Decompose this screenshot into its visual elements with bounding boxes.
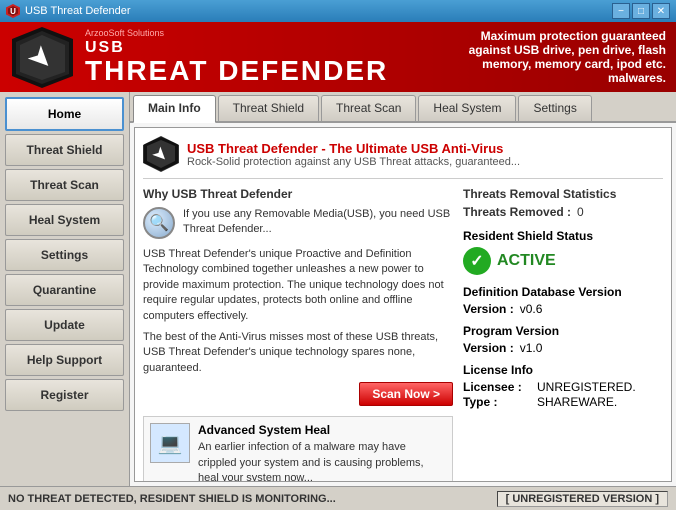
prog-version-row: Version : v1.0 bbox=[463, 341, 663, 355]
prog-version: Program Version Version : v1.0 bbox=[463, 324, 663, 355]
app-title: USB Threat Defender bbox=[25, 5, 131, 17]
tab-threat-scan[interactable]: Threat Scan bbox=[321, 95, 416, 121]
minimize-button[interactable]: − bbox=[612, 3, 630, 19]
brand-sub: ArzooSoft Solutions bbox=[85, 28, 388, 38]
heal-text-col: Advanced System Heal An earlier infectio… bbox=[198, 423, 446, 482]
licensee-label: Licensee : bbox=[463, 380, 533, 394]
why-text: If you use any Removable Media(USB), you… bbox=[183, 207, 453, 238]
close-button[interactable]: ✕ bbox=[652, 3, 670, 19]
green-check-icon: ✓ bbox=[463, 247, 491, 275]
info-right: Threats Removal Statistics Threats Remov… bbox=[463, 187, 663, 482]
header-logo: ArzooSoft Solutions USB THREAT DEFENDER bbox=[85, 28, 388, 87]
status-right-text: [ UNREGISTERED VERSION ] bbox=[497, 491, 668, 507]
tagline-text: Maximum protection guaranteed against US… bbox=[469, 29, 666, 85]
tab-main-info[interactable]: Main Info bbox=[133, 95, 216, 123]
app-header: ➤ ArzooSoft Solutions USB THREAT DEFENDE… bbox=[0, 22, 676, 92]
db-version: Definition Database Version Version : v0… bbox=[463, 285, 663, 316]
tab-heal-system[interactable]: Heal System bbox=[418, 95, 516, 121]
header-shield-icon: ➤ bbox=[10, 25, 75, 90]
db-version-value: v0.6 bbox=[520, 302, 543, 316]
sidebar-item-threat-scan[interactable]: Threat Scan bbox=[5, 169, 124, 201]
desc-text-1: USB Threat Defender's unique Proactive a… bbox=[143, 247, 453, 324]
scan-now-button[interactable]: Scan Now > bbox=[359, 382, 453, 406]
info-header-text: USB Threat Defender - The Ultimate USB A… bbox=[187, 141, 520, 168]
app-icon: U bbox=[6, 4, 20, 18]
header-tagline: Maximum protection guaranteed against US… bbox=[466, 29, 666, 85]
heal-section: 💻 Advanced System Heal An earlier infect… bbox=[143, 416, 453, 482]
heal-icon: 💻 bbox=[150, 423, 190, 463]
brand-line2: THREAT DEFENDER bbox=[85, 56, 388, 87]
license-info: License Info Licensee : UNREGISTERED. Ty… bbox=[463, 363, 663, 409]
db-version-row: Version : v0.6 bbox=[463, 302, 663, 316]
search-icon: 🔍 bbox=[143, 207, 175, 239]
info-panel-header: ➤ USB Threat Defender - The Ultimate USB… bbox=[143, 136, 663, 179]
heal-text: An earlier infection of a malware may ha… bbox=[198, 440, 446, 482]
sidebar-item-home[interactable]: Home bbox=[5, 97, 124, 131]
stats-title: Threats Removal Statistics bbox=[463, 187, 663, 201]
title-bar-left: U USB Threat Defender bbox=[6, 4, 131, 18]
shield-status: Resident Shield Status ✓ ACTIVE bbox=[463, 229, 663, 275]
prog-version-title: Program Version bbox=[463, 324, 663, 338]
threats-removed-row: Threats Removed : 0 bbox=[463, 205, 663, 219]
threats-removed-label: Threats Removed : bbox=[463, 205, 571, 219]
prog-version-label: Version : bbox=[463, 341, 514, 355]
license-title: License Info bbox=[463, 363, 663, 377]
heal-title: Advanced System Heal bbox=[198, 423, 446, 437]
sidebar-item-register[interactable]: Register bbox=[5, 379, 124, 411]
desc-text-2: The best of the Anti-Virus misses most o… bbox=[143, 330, 453, 376]
active-label: ACTIVE bbox=[497, 252, 556, 270]
type-label: Type : bbox=[463, 395, 533, 409]
sidebar-item-settings[interactable]: Settings bbox=[5, 239, 124, 271]
sidebar-item-heal-system[interactable]: Heal System bbox=[5, 204, 124, 236]
type-row: Type : SHAREWARE. bbox=[463, 395, 663, 409]
licensee-row: Licensee : UNREGISTERED. bbox=[463, 380, 663, 394]
info-panel: ➤ USB Threat Defender - The Ultimate USB… bbox=[134, 127, 672, 482]
info-columns: Why USB Threat Defender 🔍 If you use any… bbox=[143, 187, 663, 482]
info-subtitle: Rock-Solid protection against any USB Th… bbox=[187, 156, 520, 168]
sidebar-item-help-support[interactable]: Help Support bbox=[5, 344, 124, 376]
licensee-value: UNREGISTERED. bbox=[537, 380, 636, 394]
header-left: ➤ ArzooSoft Solutions USB THREAT DEFENDE… bbox=[10, 25, 388, 90]
tab-bar: Main Info Threat Shield Threat Scan Heal… bbox=[130, 92, 676, 123]
why-title: Why USB Threat Defender bbox=[143, 187, 453, 201]
maximize-button[interactable]: □ bbox=[632, 3, 650, 19]
main-container: Home Threat Shield Threat Scan Heal Syst… bbox=[0, 92, 676, 486]
status-bar: NO THREAT DETECTED, RESIDENT SHIELD IS M… bbox=[0, 486, 676, 510]
shield-status-title: Resident Shield Status bbox=[463, 229, 663, 243]
type-value: SHAREWARE. bbox=[537, 395, 617, 409]
why-content: 🔍 If you use any Removable Media(USB), y… bbox=[143, 207, 453, 239]
db-version-title: Definition Database Version bbox=[463, 285, 663, 299]
why-section: Why USB Threat Defender 🔍 If you use any… bbox=[143, 187, 453, 239]
sidebar: Home Threat Shield Threat Scan Heal Syst… bbox=[0, 92, 130, 486]
tab-threat-shield[interactable]: Threat Shield bbox=[218, 95, 319, 121]
title-bar-controls: − □ ✕ bbox=[612, 3, 670, 19]
title-bar: U USB Threat Defender − □ ✕ bbox=[0, 0, 676, 22]
threats-removed-value: 0 bbox=[577, 205, 584, 219]
sidebar-item-update[interactable]: Update bbox=[5, 309, 124, 341]
info-left: Why USB Threat Defender 🔍 If you use any… bbox=[143, 187, 453, 482]
shield-active-row: ✓ ACTIVE bbox=[463, 247, 663, 275]
db-version-label: Version : bbox=[463, 302, 514, 316]
scan-row: Scan Now > bbox=[143, 382, 453, 406]
svg-text:U: U bbox=[10, 7, 16, 16]
content-area: Main Info Threat Shield Threat Scan Heal… bbox=[130, 92, 676, 486]
sidebar-item-threat-shield[interactable]: Threat Shield bbox=[5, 134, 124, 166]
prog-version-value: v1.0 bbox=[520, 341, 543, 355]
status-left-text: NO THREAT DETECTED, RESIDENT SHIELD IS M… bbox=[8, 493, 336, 505]
tab-settings[interactable]: Settings bbox=[518, 95, 591, 121]
sidebar-item-quarantine[interactable]: Quarantine bbox=[5, 274, 124, 306]
panel-shield-icon: ➤ bbox=[143, 136, 179, 172]
info-main-title: USB Threat Defender - The Ultimate USB A… bbox=[187, 141, 520, 156]
stats-section: Threats Removal Statistics Threats Remov… bbox=[463, 187, 663, 219]
brand-line1: USB bbox=[85, 40, 388, 56]
